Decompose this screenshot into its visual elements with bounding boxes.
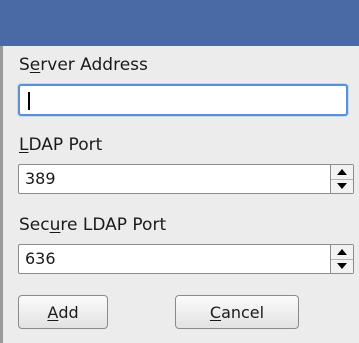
arrow-down-icon	[337, 183, 347, 189]
add-button[interactable]: Add	[18, 295, 108, 329]
secure-ldap-port-stepper[interactable]: 636	[18, 244, 354, 274]
server-address-label: Server Address	[19, 55, 148, 75]
ldap-port-stepper[interactable]: 389	[18, 164, 354, 194]
server-address-input[interactable]	[18, 84, 348, 116]
ldap-port-increment-button[interactable]	[331, 165, 353, 180]
ldap-port-decrement-button[interactable]	[331, 179, 353, 193]
arrow-up-icon	[337, 169, 347, 175]
secure-ldap-port-decrement-button[interactable]	[331, 259, 353, 273]
arrow-down-icon	[337, 263, 347, 269]
ldap-port-value[interactable]: 389	[25, 165, 56, 193]
window-frame-edge	[0, 46, 3, 343]
cancel-button[interactable]: Cancel	[175, 295, 299, 329]
secure-ldap-port-label: Secure LDAP Port	[19, 215, 167, 235]
secure-ldap-port-value[interactable]: 636	[25, 245, 56, 273]
ldap-port-label: LDAP Port	[19, 135, 103, 155]
text-caret	[28, 92, 30, 110]
secure-ldap-port-spin-buttons	[330, 245, 353, 273]
secure-ldap-port-increment-button[interactable]	[331, 245, 353, 260]
ldap-port-spin-buttons	[330, 165, 353, 193]
window-titlebar[interactable]	[0, 0, 359, 47]
arrow-up-icon	[337, 249, 347, 255]
